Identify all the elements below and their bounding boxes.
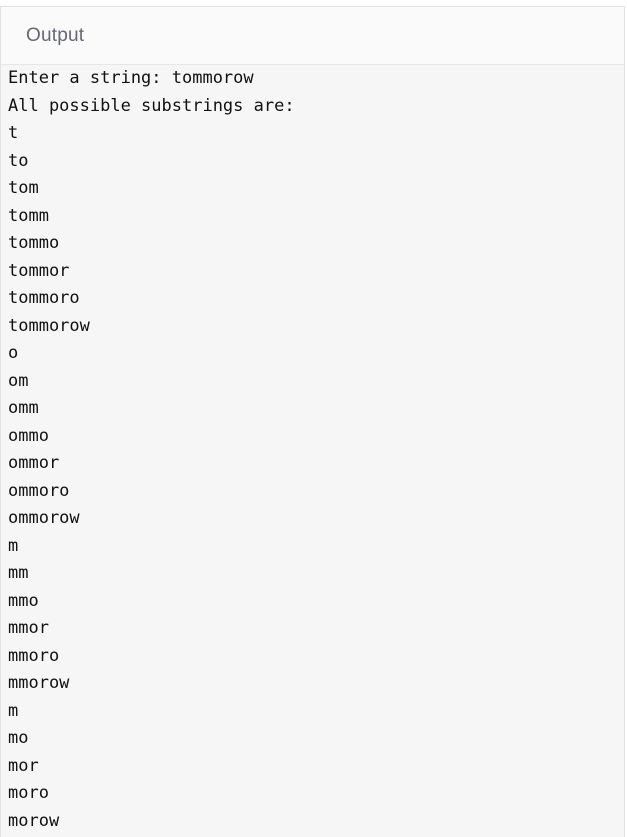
- console-line: to: [8, 150, 29, 171]
- console-line: tommo: [8, 233, 60, 253]
- console-line: moro: [8, 783, 49, 803]
- console-line: tom: [8, 178, 39, 198]
- console-line: mmoro: [8, 645, 60, 666]
- console-line: mor: [8, 755, 39, 776]
- console-line: tommorow: [8, 315, 90, 336]
- console-line: t: [8, 123, 19, 143]
- console-line: morow: [8, 810, 60, 831]
- console-line: m: [8, 700, 19, 721]
- console-line: ommoro: [8, 480, 70, 501]
- console-line: ommo: [8, 425, 49, 446]
- console-line: omm: [8, 398, 39, 418]
- console-line: tommoro: [8, 288, 80, 308]
- output-panel-header: Output: [1, 7, 624, 65]
- console-line: All possible substrings are:: [8, 95, 295, 116]
- console-line: mo: [8, 728, 29, 748]
- console-line: tommor: [8, 260, 70, 281]
- console-line: ommorow: [8, 508, 80, 528]
- console-line: m: [8, 535, 19, 556]
- console-line: mmor: [8, 618, 49, 638]
- console-line: mmorow: [8, 673, 70, 693]
- console-line: o: [8, 343, 19, 363]
- console-line: mm: [8, 563, 29, 583]
- console-output: Enter a string: tommorow All possible sub…: [1, 65, 624, 835]
- console-line: Enter a string: tommorow: [8, 68, 254, 88]
- panel-title: Output: [26, 24, 85, 46]
- output-panel: Output Enter a string: tommorow All possi…: [0, 6, 625, 837]
- console-line: tomm: [8, 205, 49, 226]
- console-line: mmo: [8, 590, 39, 611]
- console-line: om: [8, 370, 29, 391]
- console-line: ommor: [8, 453, 60, 473]
